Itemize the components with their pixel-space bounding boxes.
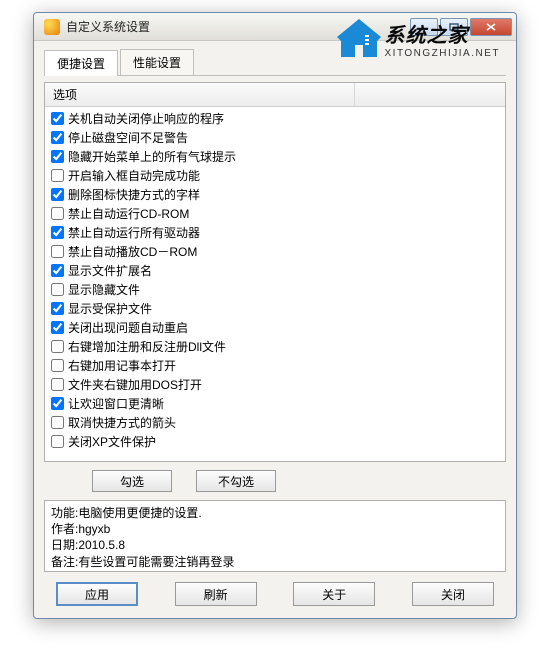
list-item[interactable]: 删除图标快捷方式的字样 — [45, 185, 505, 204]
option-label: 关机自动关闭停止响应的程序 — [68, 110, 224, 127]
option-checkbox[interactable] — [51, 378, 64, 391]
list-item[interactable]: 禁止自动播放CD－ROM — [45, 242, 505, 261]
list-item[interactable]: 停止磁盘空间不足警告 — [45, 128, 505, 147]
option-checkbox[interactable] — [51, 245, 64, 258]
option-checkbox[interactable] — [51, 283, 64, 296]
option-checkbox[interactable] — [51, 302, 64, 315]
option-label: 关闭出现问题自动重启 — [68, 319, 188, 336]
option-label: 删除图标快捷方式的字样 — [68, 186, 200, 203]
apply-button[interactable]: 应用 — [56, 582, 138, 606]
list-item[interactable]: 禁止自动运行所有驱动器 — [45, 223, 505, 242]
option-label: 让欢迎窗口更清晰 — [68, 395, 164, 412]
option-checkbox[interactable] — [51, 188, 64, 201]
column-header-empty[interactable] — [355, 83, 505, 106]
option-checkbox[interactable] — [51, 169, 64, 182]
option-checkbox[interactable] — [51, 264, 64, 277]
refresh-button[interactable]: 刷新 — [175, 582, 257, 606]
list-item[interactable]: 右键加用记事本打开 — [45, 356, 505, 375]
list-item[interactable]: 隐藏开始菜单上的所有气球提示 — [45, 147, 505, 166]
check-all-button[interactable]: 勾选 — [92, 470, 172, 492]
app-icon — [44, 19, 60, 35]
close-button[interactable] — [470, 18, 512, 36]
option-label: 文件夹右键加用DOS打开 — [68, 376, 202, 393]
option-label: 隐藏开始菜单上的所有气球提示 — [68, 148, 236, 165]
close-dialog-button[interactable]: 关闭 — [412, 582, 494, 606]
list-item[interactable]: 关闭出现问题自动重启 — [45, 318, 505, 337]
maximize-icon — [449, 23, 459, 31]
list-item[interactable]: 关机自动关闭停止响应的程序 — [45, 109, 505, 128]
option-checkbox[interactable] — [51, 150, 64, 163]
option-checkbox[interactable] — [51, 321, 64, 334]
option-label: 禁止自动运行所有驱动器 — [68, 224, 200, 241]
option-checkbox[interactable] — [51, 112, 64, 125]
option-label: 显示隐藏文件 — [68, 281, 140, 298]
option-label: 显示受保护文件 — [68, 300, 152, 317]
tab-0[interactable]: 便捷设置 — [44, 50, 118, 76]
option-checkbox[interactable] — [51, 416, 64, 429]
list-item[interactable]: 取消快捷方式的箭头 — [45, 413, 505, 432]
option-label: 开启输入框自动完成功能 — [68, 167, 200, 184]
titlebar: 自定义系统设置 — [34, 13, 516, 41]
uncheck-all-button[interactable]: 不勾选 — [196, 470, 276, 492]
column-header-options[interactable]: 选项 — [45, 83, 355, 106]
list-item[interactable]: 让欢迎窗口更清晰 — [45, 394, 505, 413]
info-panel: 功能:电脑使用更便捷的设置. 作者:hgyxb 日期:2010.5.8 备注:有… — [44, 500, 506, 572]
maximize-button[interactable] — [440, 18, 468, 36]
window-title: 自定义系统设置 — [66, 18, 410, 35]
list-item[interactable]: 关闭XP文件保护 — [45, 432, 505, 451]
list-item[interactable]: 文件夹右键加用DOS打开 — [45, 375, 505, 394]
option-label: 右键加用记事本打开 — [68, 357, 176, 374]
list-item[interactable]: 显示受保护文件 — [45, 299, 505, 318]
list-item[interactable]: 开启输入框自动完成功能 — [45, 166, 505, 185]
option-checkbox[interactable] — [51, 131, 64, 144]
option-checkbox[interactable] — [51, 226, 64, 239]
option-label: 显示文件扩展名 — [68, 262, 152, 279]
list-item[interactable]: 右键增加注册和反注册Dll文件 — [45, 337, 505, 356]
option-label: 停止磁盘空间不足警告 — [68, 129, 188, 146]
option-checkbox[interactable] — [51, 435, 64, 448]
list-item[interactable]: 显示文件扩展名 — [45, 261, 505, 280]
option-label: 右键增加注册和反注册Dll文件 — [68, 338, 226, 355]
list-item[interactable]: 禁止自动运行CD-ROM — [45, 204, 505, 223]
option-checkbox[interactable] — [51, 340, 64, 353]
minimize-button[interactable] — [410, 18, 438, 36]
option-label: 取消快捷方式的箭头 — [68, 414, 176, 431]
tab-bar: 便捷设置性能设置 — [44, 49, 506, 76]
option-checkbox[interactable] — [51, 359, 64, 372]
option-checkbox[interactable] — [51, 207, 64, 220]
tab-1[interactable]: 性能设置 — [120, 49, 194, 75]
options-list[interactable]: 选项 关机自动关闭停止响应的程序停止磁盘空间不足警告隐藏开始菜单上的所有气球提示… — [44, 82, 506, 462]
list-item[interactable]: 显示隐藏文件 — [45, 280, 505, 299]
option-label: 禁止自动运行CD-ROM — [68, 205, 189, 222]
option-checkbox[interactable] — [51, 397, 64, 410]
minimize-icon — [419, 23, 429, 31]
close-icon — [486, 23, 496, 31]
option-label: 禁止自动播放CD－ROM — [68, 243, 197, 260]
option-label: 关闭XP文件保护 — [68, 433, 156, 450]
about-button[interactable]: 关于 — [293, 582, 375, 606]
list-header: 选项 — [45, 83, 505, 107]
